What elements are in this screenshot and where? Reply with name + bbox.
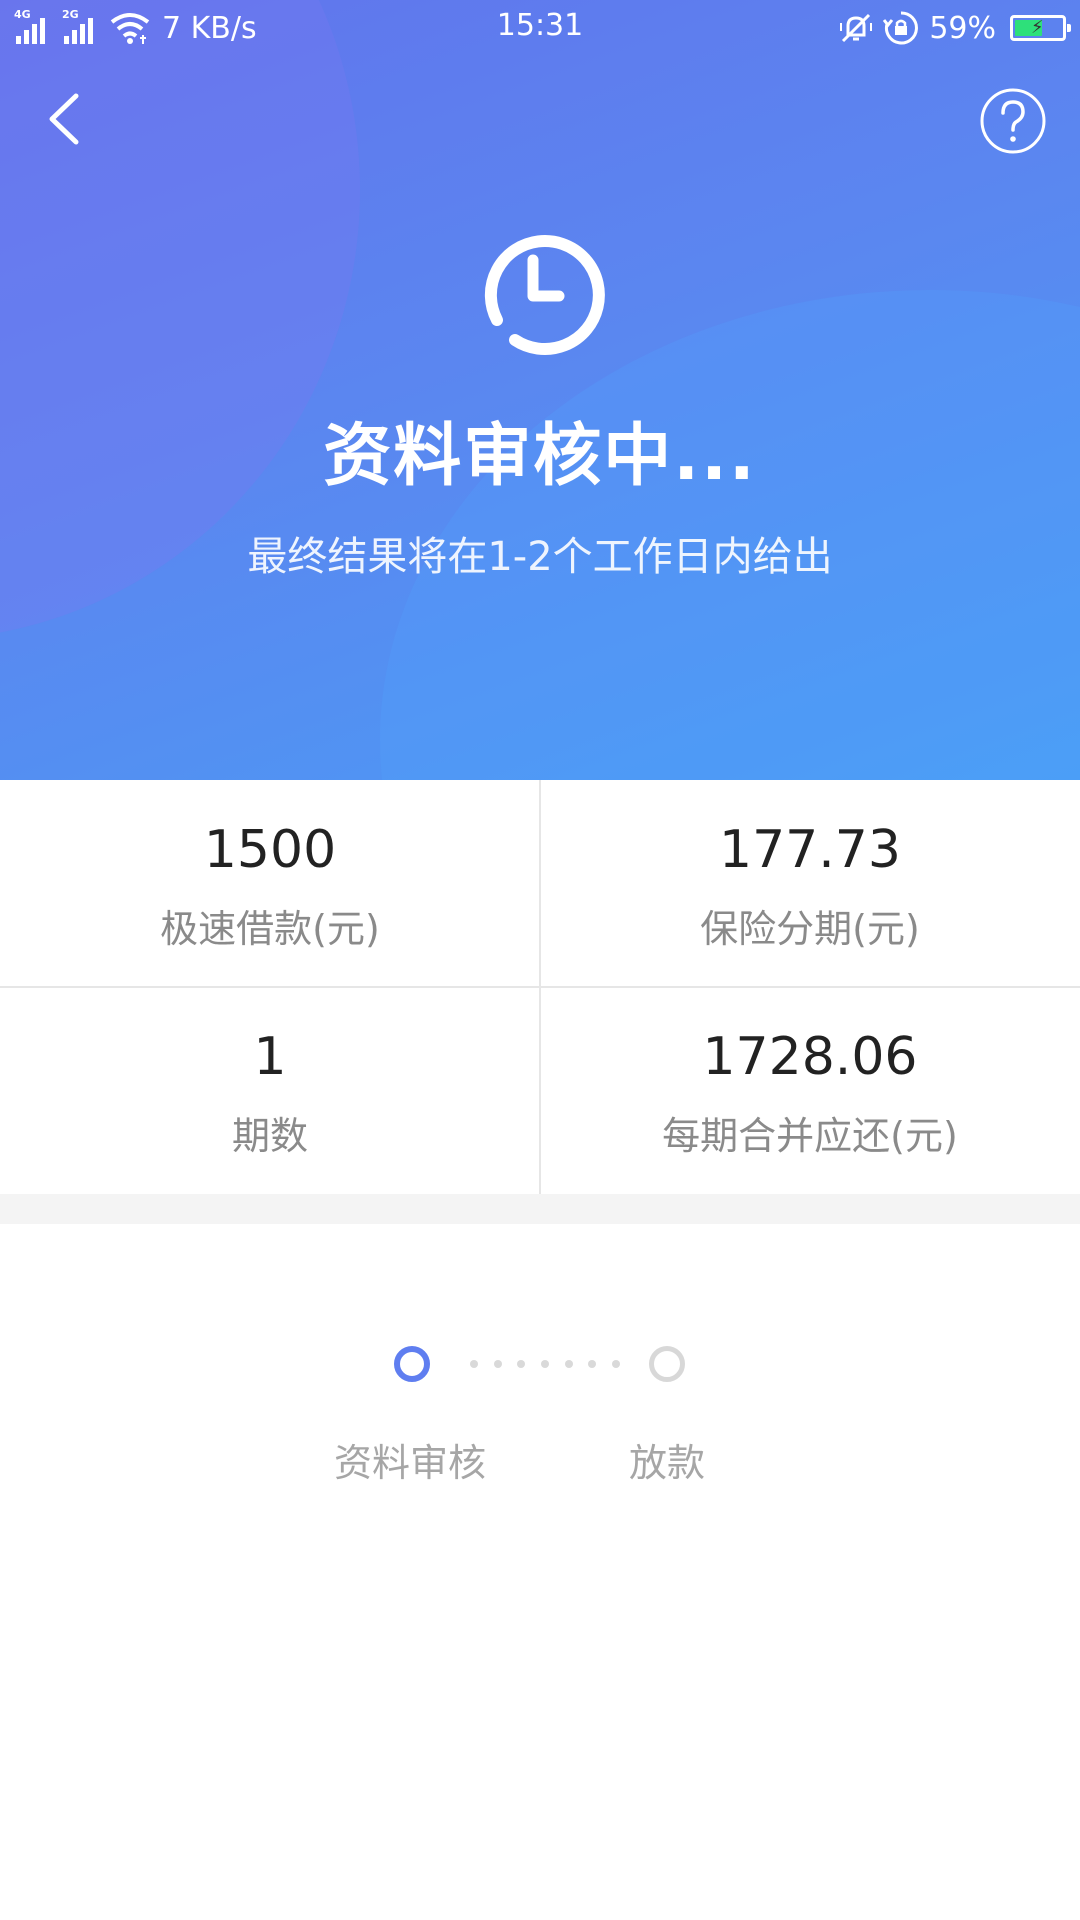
page-title: 资料审核中... (323, 417, 757, 496)
page-subtitle: 最终结果将在1-2个工作日内给出 (247, 534, 833, 580)
step-connector (470, 1358, 620, 1370)
loan-summary-grid: 1500 极速借款(元) 177.73 保险分期(元) 1 期数 1728.06… (0, 780, 1080, 1194)
step-indicator-active (394, 1346, 430, 1382)
status-bar: 4G 2G 7 KB/s 15:31 59% ⚡ (0, 0, 1080, 56)
summary-cell-per-period: 1728.06 每期合并应还(元) (540, 987, 1080, 1194)
summary-cell-loan-amount: 1500 极速借款(元) (0, 780, 540, 987)
step-label-review: 资料审核 (333, 1441, 486, 1485)
battery-percent: 59% (929, 10, 996, 46)
hero-header: 4G 2G 7 KB/s 15:31 59% ⚡ 资料审核中... 最终结果将在… (0, 0, 1080, 780)
insurance-value: 177.73 (719, 820, 901, 880)
step-label-disburse: 放款 (628, 1441, 705, 1485)
clock-icon (484, 235, 605, 356)
step-indicator-pending (649, 1346, 685, 1382)
per-period-value: 1728.06 (702, 1027, 918, 1087)
periods-value: 1 (253, 1027, 287, 1087)
summary-cell-insurance: 177.73 保险分期(元) (540, 780, 1080, 987)
grid-divider-horizontal (0, 986, 1080, 988)
rotation-lock-icon (883, 11, 919, 45)
loan-amount-value: 1500 (203, 820, 337, 880)
chevron-left-icon (49, 93, 79, 145)
loan-amount-label: 极速借款(元) (160, 907, 380, 951)
periods-label: 期数 (231, 1114, 308, 1158)
per-period-label: 每期合并应还(元) (662, 1114, 958, 1158)
charging-bolt-icon: ⚡ (1031, 17, 1044, 38)
question-circle-icon (980, 88, 1046, 154)
progress-steps: 资料审核 放款 (0, 1224, 1080, 1524)
mute-vibrate-icon (840, 13, 873, 43)
status-bar-right: 59% ⚡ (839, 8, 1071, 48)
back-button[interactable] (36, 84, 96, 154)
insurance-label: 保险分期(元) (700, 907, 920, 951)
section-separator (0, 1194, 1080, 1224)
summary-cell-periods: 1 期数 (0, 987, 540, 1194)
help-button[interactable] (978, 86, 1048, 156)
battery-icon: ⚡ (1010, 15, 1071, 41)
